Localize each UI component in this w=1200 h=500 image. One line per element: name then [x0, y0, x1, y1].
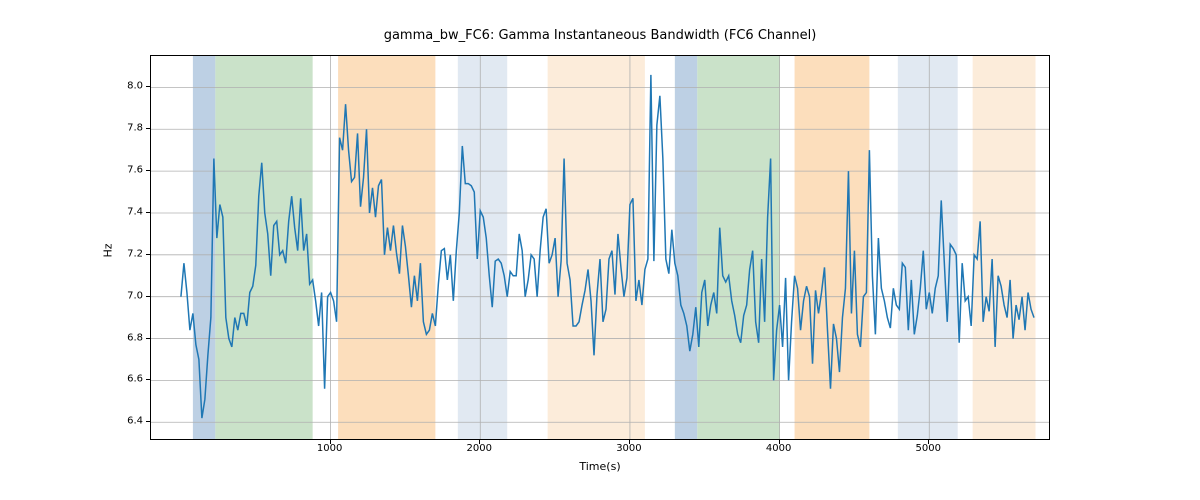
band: [973, 56, 1036, 439]
y-tick-label: 6.6: [0, 374, 143, 385]
y-tick-label: 7.8: [0, 123, 143, 134]
x-axis-label: Time(s): [150, 460, 1050, 473]
band: [795, 56, 870, 439]
y-tick-label: 6.8: [0, 332, 143, 343]
x-tick-label: 5000: [916, 443, 941, 454]
figure: gamma_bw_FC6: Gamma Instantaneous Bandwi…: [0, 0, 1200, 500]
x-tick-mark: [330, 440, 331, 444]
x-tick-mark: [779, 440, 780, 444]
band: [338, 56, 435, 439]
y-tick-mark: [146, 296, 150, 297]
y-tick-mark: [146, 338, 150, 339]
y-tick-mark: [146, 170, 150, 171]
y-tick-mark: [146, 254, 150, 255]
x-tick-label: 2000: [467, 443, 492, 454]
x-tick-label: 3000: [616, 443, 641, 454]
y-tick-label: 7.6: [0, 165, 143, 176]
band: [898, 56, 958, 439]
y-tick-mark: [146, 212, 150, 213]
y-tick-label: 7.4: [0, 206, 143, 217]
x-tick-mark: [928, 440, 929, 444]
band: [675, 56, 697, 439]
y-tick-mark: [146, 128, 150, 129]
y-tick-mark: [146, 86, 150, 87]
background-bands: [193, 56, 1036, 439]
plot-area: [150, 55, 1050, 440]
x-tick-label: 4000: [766, 443, 791, 454]
x-tick-mark: [629, 440, 630, 444]
x-tick-mark: [479, 440, 480, 444]
y-tick-label: 6.4: [0, 416, 143, 427]
chart-title: gamma_bw_FC6: Gamma Instantaneous Bandwi…: [0, 28, 1200, 43]
y-tick-mark: [146, 421, 150, 422]
band: [458, 56, 507, 439]
y-tick-label: 8.0: [0, 81, 143, 92]
plot-svg: [151, 56, 1049, 439]
y-tick-mark: [146, 379, 150, 380]
x-tick-label: 1000: [317, 443, 342, 454]
y-tick-label: 7.2: [0, 248, 143, 259]
y-tick-label: 7.0: [0, 290, 143, 301]
